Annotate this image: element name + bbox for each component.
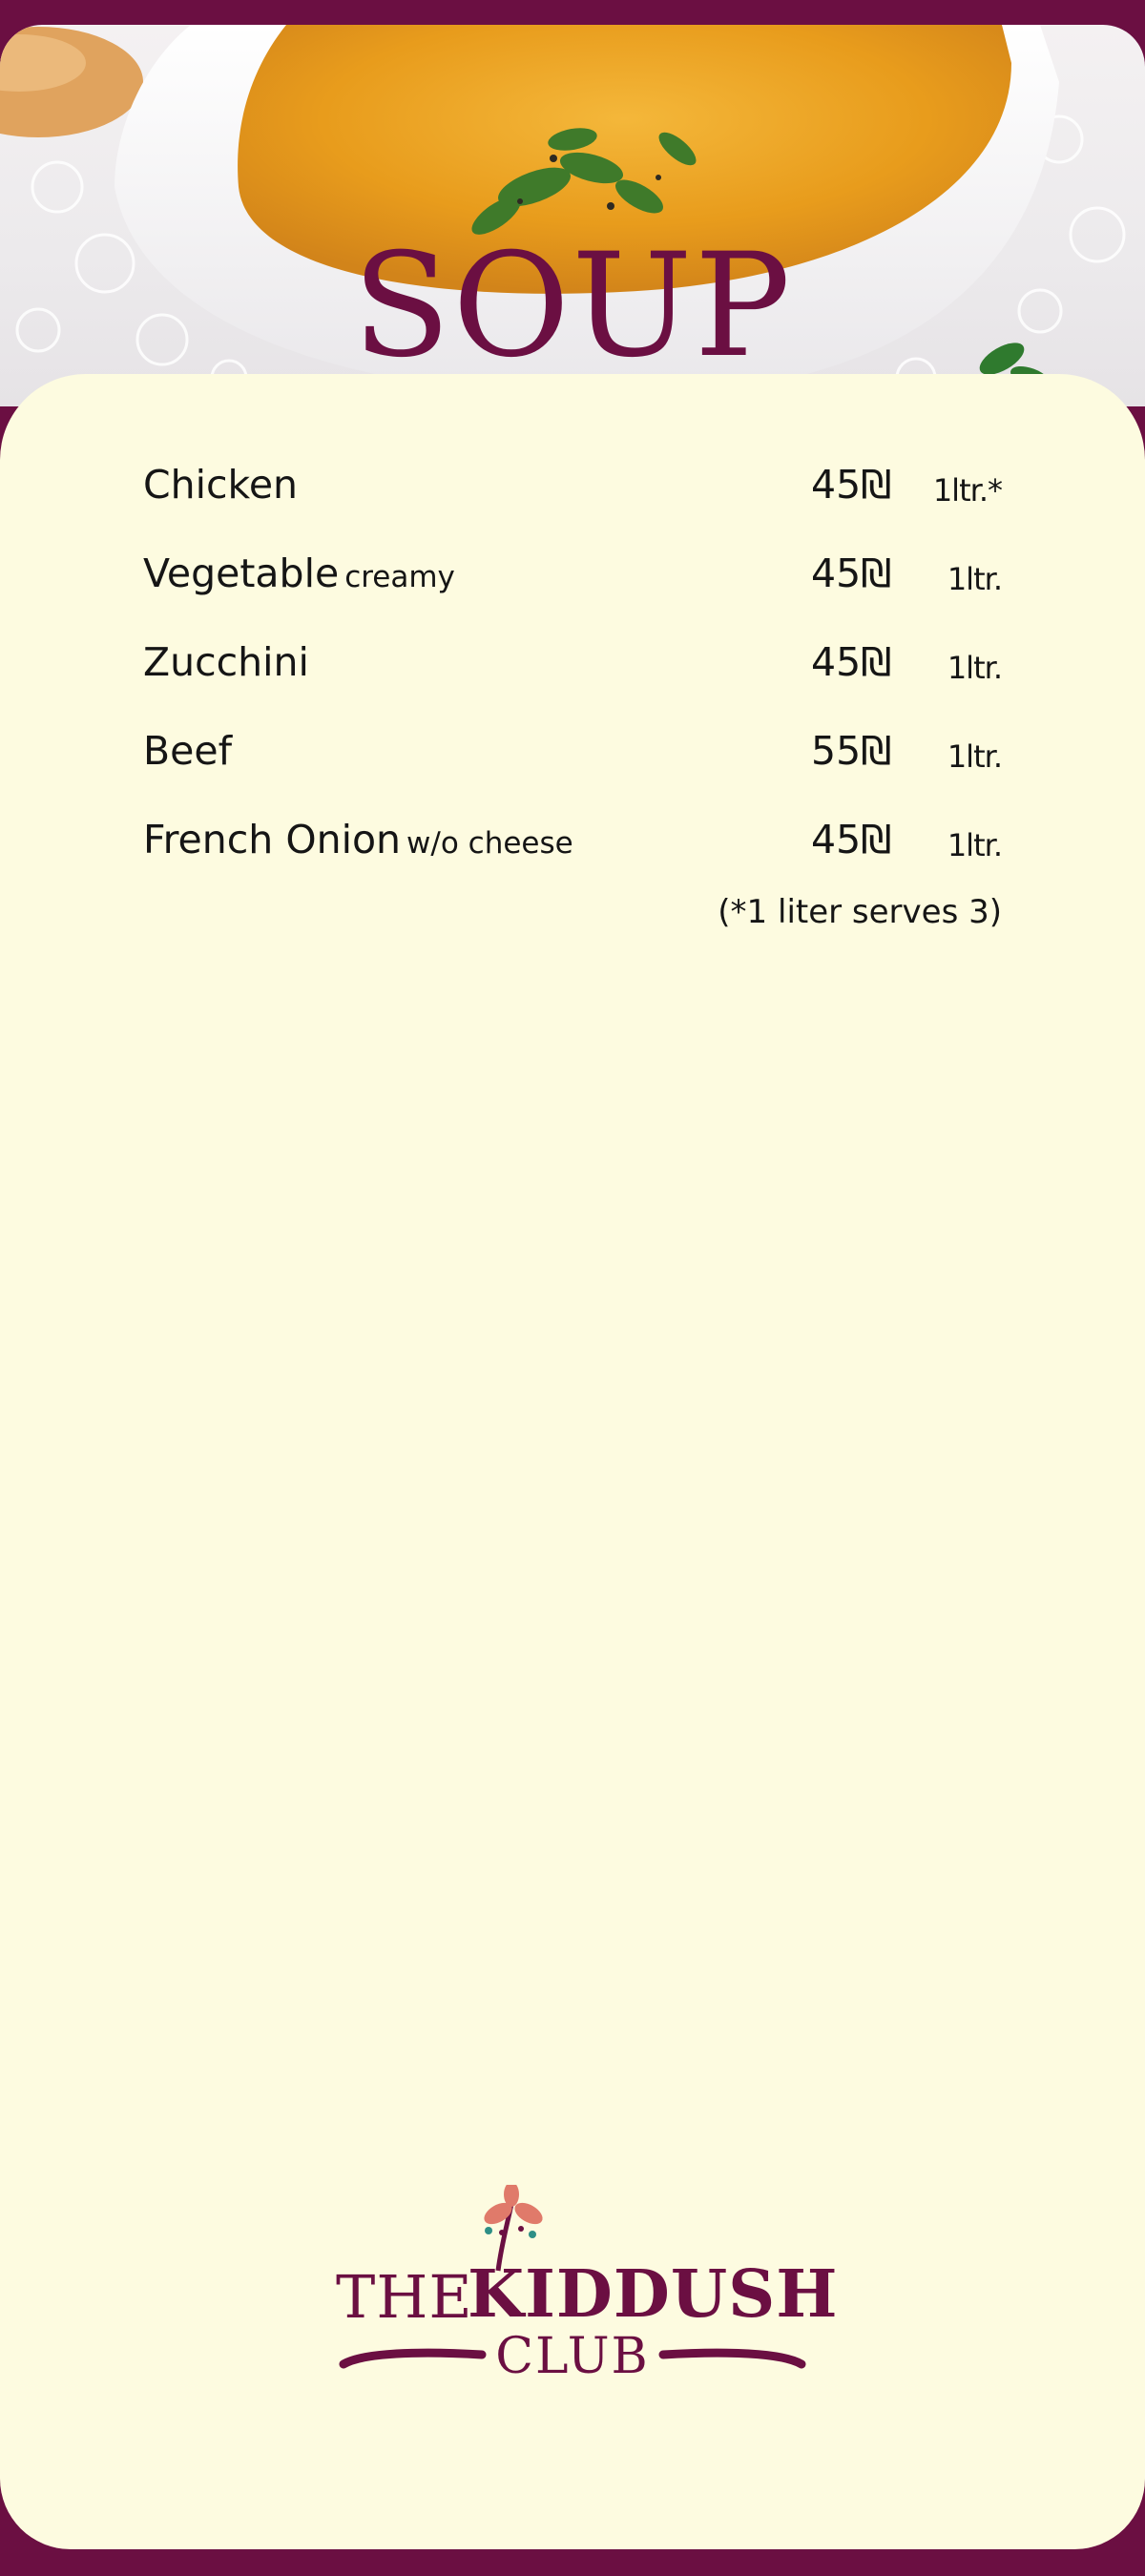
item-price: 45₪ xyxy=(811,551,892,596)
item-quantity: 1ltr. xyxy=(947,650,1003,686)
item-quantity: 1ltr. xyxy=(947,827,1003,863)
logo-text-club: CLUB xyxy=(495,2328,650,2385)
item-name: Chicken xyxy=(143,462,299,508)
item-price: 55₪ xyxy=(811,728,892,774)
logo-text-the: THE xyxy=(336,2262,473,2332)
item-name: Beef xyxy=(143,728,233,774)
menu-page: SOUP Chicken 45₪ 1ltr.* Vegetable creamy … xyxy=(0,0,1145,2576)
item-name: Vegetable xyxy=(143,551,340,596)
menu-item: French Onion w/o cheese 45₪ 1ltr. xyxy=(143,811,1003,900)
menu-item: Zucchini 45₪ 1ltr. xyxy=(143,634,1003,722)
item-name: French Onion xyxy=(143,817,402,862)
soup-menu-list: Chicken 45₪ 1ltr.* Vegetable creamy 45₪ 1… xyxy=(143,456,1003,945)
menu-item: Beef 55₪ 1ltr. xyxy=(143,722,1003,811)
logo-text-kiddush: KIDDUSH xyxy=(468,2256,839,2333)
item-price: 45₪ xyxy=(811,462,892,508)
menu-item: Vegetable creamy 45₪ 1ltr. xyxy=(143,545,1003,634)
item-price: 45₪ xyxy=(811,639,892,685)
item-quantity: 1ltr.* xyxy=(932,472,1003,509)
item-price: 45₪ xyxy=(811,817,892,862)
item-quantity: 1ltr. xyxy=(947,561,1003,597)
menu-item: Chicken 45₪ 1ltr.* xyxy=(143,456,1003,545)
item-quantity: 1ltr. xyxy=(947,738,1003,775)
kiddush-club-logo: THE KIDDUSH CLUB xyxy=(286,2185,859,2395)
serving-footnote: (*1 liter serves 3) xyxy=(718,893,1002,931)
section-title: SOUP xyxy=(352,223,793,389)
item-note: w/o cheese xyxy=(406,826,573,861)
item-name: Zucchini xyxy=(143,639,309,685)
item-note: creamy xyxy=(344,560,455,594)
